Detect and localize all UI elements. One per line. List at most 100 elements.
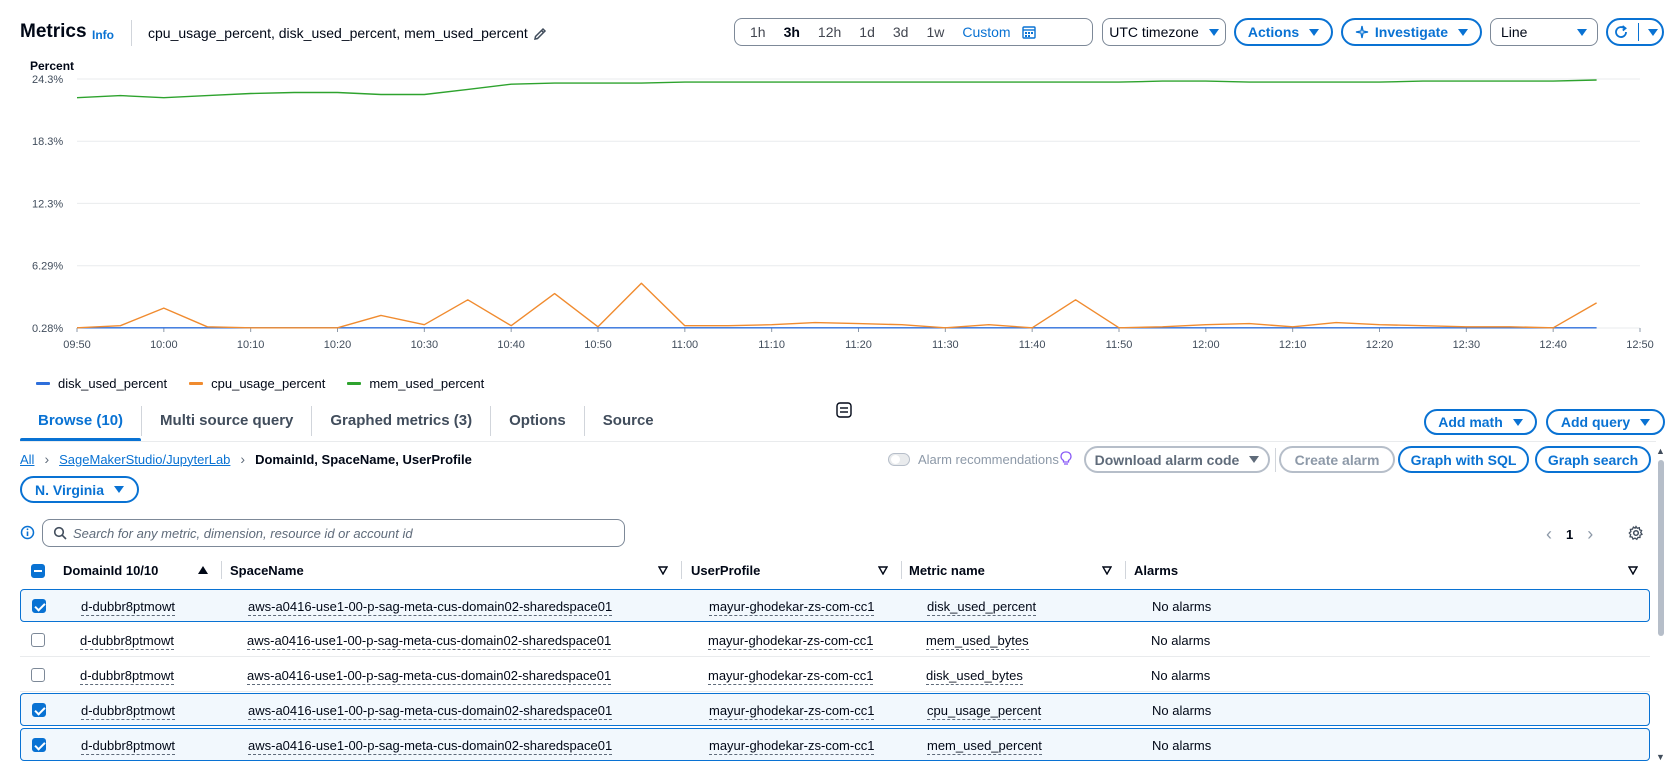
graph-search-button[interactable]: Graph search	[1535, 446, 1651, 473]
calendar-icon[interactable]	[1021, 25, 1036, 39]
cell-spacename[interactable]: aws-a0416-use1-00-p-sag-meta-cus-domain0…	[248, 599, 613, 616]
table-row[interactable]: d-dubbr8ptmowt aws-a0416-use1-00-p-sag-me…	[20, 728, 1650, 761]
add-query-button[interactable]: Add query	[1546, 409, 1665, 435]
range-3h[interactable]: 3h	[775, 24, 809, 40]
scrollbar[interactable]: ▲ ▼	[1656, 446, 1666, 762]
tab-browse[interactable]: Browse (10)	[20, 406, 143, 442]
column-header-userprofile[interactable]: UserProfile	[691, 563, 760, 578]
tab-graphed-metrics[interactable]: Graphed metrics (3)	[312, 406, 492, 436]
cell-domainid[interactable]: d-dubbr8ptmowt	[81, 738, 175, 755]
x-tick-label: 11:10	[758, 339, 785, 351]
add-math-button[interactable]: Add math	[1424, 409, 1537, 435]
cell-userprofile[interactable]: mayur-ghodekar-zs-com-cc1	[709, 703, 875, 720]
page-number[interactable]: 1	[1566, 527, 1573, 542]
create-alarm-button[interactable]: Create alarm	[1279, 446, 1395, 473]
chevron-left-icon[interactable]: ‹	[1546, 524, 1552, 545]
cell-spacename[interactable]: aws-a0416-use1-00-p-sag-meta-cus-domain0…	[247, 633, 612, 650]
caret-down-icon	[113, 486, 124, 493]
search-icon	[53, 526, 67, 540]
cell-metric-name[interactable]: mem_used_bytes	[926, 633, 1029, 650]
range-12h[interactable]: 12h	[809, 24, 850, 40]
cell-alarms: No alarms	[1152, 738, 1212, 753]
range-1w[interactable]: 1w	[917, 24, 953, 40]
cell-userprofile[interactable]: mayur-ghodekar-zs-com-cc1	[708, 633, 874, 650]
column-header-domainid[interactable]: DomainId 10/10	[63, 563, 158, 578]
chevron-right-icon[interactable]: ›	[1587, 524, 1593, 545]
column-header-spacename[interactable]: SpaceName	[230, 563, 304, 578]
caret-down-icon[interactable]	[1647, 28, 1658, 36]
scroll-up-icon[interactable]: ▲	[1656, 446, 1665, 456]
legend-item-cpu[interactable]: cpu_usage_percent	[189, 376, 325, 391]
sort-icon[interactable]	[658, 566, 668, 575]
scrollbar-thumb[interactable]	[1658, 460, 1664, 636]
table-row[interactable]: d-dubbr8ptmowt aws-a0416-use1-00-p-sag-me…	[20, 659, 1650, 692]
legend-swatch	[189, 382, 204, 385]
cell-spacename[interactable]: aws-a0416-use1-00-p-sag-meta-cus-domain0…	[248, 738, 613, 755]
column-header-alarms[interactable]: Alarms	[1134, 563, 1178, 578]
graph-with-sql-button[interactable]: Graph with SQL	[1398, 446, 1529, 473]
cell-domainid[interactable]: d-dubbr8ptmowt	[81, 599, 175, 616]
edit-pencil-icon[interactable]	[532, 26, 548, 42]
info-link[interactable]: Info	[92, 28, 114, 42]
row-checkbox[interactable]	[32, 738, 46, 752]
y-axis-label: Percent	[30, 59, 74, 73]
column-header-metric-name[interactable]: Metric name	[909, 563, 985, 578]
divider	[1125, 561, 1126, 579]
tab-multi-source-query[interactable]: Multi source query	[142, 406, 313, 436]
timezone-select[interactable]: UTC timezone	[1102, 18, 1226, 46]
cell-metric-name[interactable]: mem_used_percent	[927, 738, 1042, 755]
scroll-down-icon[interactable]: ▼	[1656, 752, 1665, 762]
alarm-recommendations-toggle[interactable]	[888, 453, 910, 466]
table-row[interactable]: d-dubbr8ptmowt aws-a0416-use1-00-p-sag-me…	[20, 589, 1650, 622]
region-select[interactable]: N. Virginia	[20, 476, 139, 503]
legend-item-disk[interactable]: disk_used_percent	[36, 376, 167, 391]
range-1d[interactable]: 1d	[850, 24, 884, 40]
row-checkbox[interactable]	[32, 703, 46, 717]
cell-domainid[interactable]: d-dubbr8ptmowt	[80, 633, 174, 650]
cell-metric-name[interactable]: disk_used_percent	[927, 599, 1037, 616]
sort-ascending-icon[interactable]	[198, 566, 208, 574]
row-checkbox[interactable]	[32, 599, 46, 613]
cell-spacename[interactable]: aws-a0416-use1-00-p-sag-meta-cus-domain0…	[248, 703, 613, 720]
breadcrumb-namespace[interactable]: SageMakerStudio/JupyterLab	[59, 452, 230, 467]
cell-metric-name[interactable]: cpu_usage_percent	[927, 703, 1042, 720]
range-3d[interactable]: 3d	[884, 24, 918, 40]
range-custom[interactable]: Custom	[953, 24, 1019, 40]
divider	[901, 561, 902, 579]
row-checkbox[interactable]	[31, 668, 45, 682]
cell-userprofile[interactable]: mayur-ghodekar-zs-com-cc1	[708, 668, 874, 685]
select-all-checkbox[interactable]	[31, 564, 45, 578]
investigate-button[interactable]: Investigate	[1341, 18, 1482, 46]
cell-userprofile[interactable]: mayur-ghodekar-zs-com-cc1	[709, 599, 875, 616]
table-row[interactable]: d-dubbr8ptmowt aws-a0416-use1-00-p-sag-me…	[20, 624, 1650, 657]
cell-domainid[interactable]: d-dubbr8ptmowt	[80, 668, 174, 685]
cell-metric-name[interactable]: disk_used_bytes	[926, 668, 1023, 685]
row-checkbox[interactable]	[31, 633, 45, 647]
cell-domainid[interactable]: d-dubbr8ptmowt	[81, 703, 175, 720]
table-row[interactable]: d-dubbr8ptmowt aws-a0416-use1-00-p-sag-me…	[20, 693, 1650, 726]
x-tick-label: 12:40	[1539, 339, 1567, 351]
bottom-tabs: Browse (10) Multi source query Graphed m…	[20, 406, 672, 442]
tab-options[interactable]: Options	[491, 406, 585, 436]
search-input[interactable]: Search for any metric, dimension, resour…	[42, 519, 625, 547]
cell-spacename[interactable]: aws-a0416-use1-00-p-sag-meta-cus-domain0…	[247, 668, 612, 685]
breadcrumb-all[interactable]: All	[20, 452, 34, 467]
cell-userprofile[interactable]: mayur-ghodekar-zs-com-cc1	[709, 738, 875, 755]
gear-icon[interactable]	[1628, 525, 1644, 541]
range-1h[interactable]: 1h	[741, 24, 775, 40]
sort-icon[interactable]	[1102, 566, 1112, 575]
sort-icon[interactable]	[1628, 566, 1638, 575]
tab-source[interactable]: Source	[585, 406, 672, 436]
refresh-icon[interactable]	[1613, 24, 1629, 40]
resize-handle-icon[interactable]	[836, 402, 852, 418]
download-alarm-code-button[interactable]: Download alarm code	[1084, 446, 1270, 473]
y-tick-label: 6.29%	[32, 261, 63, 273]
x-tick-label: 11:50	[1106, 339, 1133, 351]
x-tick-label: 09:50	[63, 339, 91, 351]
actions-button[interactable]: Actions	[1234, 18, 1333, 46]
info-icon[interactable]	[20, 525, 35, 540]
legend-item-mem[interactable]: mem_used_percent	[347, 376, 484, 391]
cell-alarms: No alarms	[1151, 633, 1211, 648]
view-type-select[interactable]: Line	[1490, 18, 1598, 46]
sort-icon[interactable]	[878, 566, 888, 575]
